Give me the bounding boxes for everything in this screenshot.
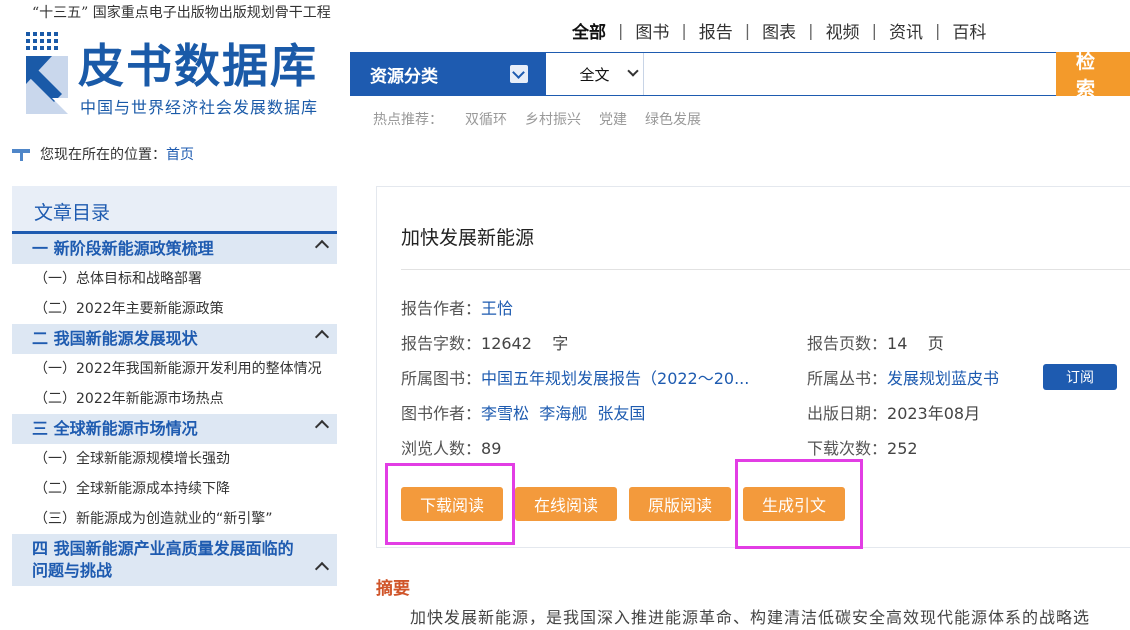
report-card: 加快发展新能源 报告作者：王恰 报告字数：12642 字 报告页数：14 页 所… xyxy=(376,186,1130,549)
nav-item-videos[interactable]: 视频 xyxy=(814,18,872,43)
series-field: 所属丛书：发展规划蓝皮书 xyxy=(807,365,999,389)
resource-category-dropdown[interactable]: 资源分类 xyxy=(350,52,546,96)
top-nav: 全部 | 图书 | 报告 | 图表 | 视频 | 资讯 | 百科 xyxy=(560,18,998,43)
field-label: 所属图书： xyxy=(401,369,482,388)
toc-item[interactable]: （二）2022年新能源市场热点 xyxy=(12,384,337,414)
toc-section[interactable]: 二 我国新能源发展现状 xyxy=(12,324,337,354)
book-author-link[interactable]: 李雪松 xyxy=(481,404,529,423)
toc-item[interactable]: （三）新能源成为创造就业的“新引擎” xyxy=(12,504,337,534)
search-scope-select[interactable]: 全文 xyxy=(546,53,644,95)
toc-item[interactable]: （二）全球新能源成本持续下降 xyxy=(12,474,337,504)
hot-keyword[interactable]: 党建 xyxy=(599,109,627,129)
subscribe-button[interactable]: 订阅 xyxy=(1043,364,1117,390)
hot-keyword[interactable]: 绿色发展 xyxy=(645,109,701,129)
chevron-up-icon[interactable] xyxy=(314,419,330,435)
views-value: 89 xyxy=(481,439,502,458)
pub-date-field: 出版日期：2023年08月 xyxy=(807,400,980,424)
breadcrumb-home-link[interactable]: 首页 xyxy=(166,144,194,164)
highlight-box xyxy=(385,463,515,545)
toc-item[interactable]: （一）全球新能源规模增长强劲 xyxy=(12,444,337,474)
toc-section-title: 一 新阶段新能源政策梳理 xyxy=(32,239,214,258)
field-label: 报告作者： xyxy=(401,299,482,318)
logo-subtitle: 中国与世界经济社会发展数据库 xyxy=(80,98,319,117)
toc-item[interactable]: （一）总体目标和战略部署 xyxy=(12,264,337,294)
nav-item-encyclopedia[interactable]: 百科 xyxy=(940,18,998,43)
nav-item-news[interactable]: 资讯 xyxy=(877,18,935,43)
views-field: 浏览人数：89 xyxy=(401,435,501,459)
book-author-link[interactable]: 李海舰 xyxy=(539,404,587,423)
search-input[interactable] xyxy=(644,53,1056,95)
hot-recommendations: 热点推荐： 双循环 乡村振兴 党建 绿色发展 xyxy=(373,109,719,129)
hot-label: 热点推荐： xyxy=(373,112,443,128)
report-words-field: 报告字数：12642 字 xyxy=(401,330,568,354)
abstract-title: 摘要 xyxy=(376,579,410,599)
slogan: “十三五” 国家重点电子出版物出版规划骨干工程 xyxy=(32,5,331,21)
toc-title: 文章目录 xyxy=(12,186,337,234)
search-bar: 资源分类 全文 检 索 xyxy=(350,51,1130,100)
chevron-up-icon[interactable] xyxy=(314,561,330,577)
pub-date-value: 2023年08月 xyxy=(887,404,981,423)
toc-section[interactable]: 四 我国新能源产业高质量发展面临的问题与挑战 xyxy=(12,534,337,586)
field-label: 报告页数： xyxy=(807,334,888,353)
field-label: 浏览人数： xyxy=(401,439,482,458)
book-field: 所属图书：中国五年规划发展报告（2022～20... xyxy=(401,365,749,389)
report-pages-value: 14 xyxy=(887,334,908,353)
breadcrumb-label: 您现在所在的位置： xyxy=(40,147,166,163)
toc-item[interactable]: （二）2022年主要新能源政策 xyxy=(12,294,337,324)
report-pages-unit: 页 xyxy=(927,334,944,353)
downloads-value: 252 xyxy=(887,439,918,458)
report-words-value: 12642 xyxy=(481,334,532,353)
report-pages-field: 报告页数：14 页 xyxy=(807,330,944,354)
site-logo[interactable]: 皮书数据库 中国与世界经济社会发展数据库 xyxy=(22,28,342,120)
field-label: 所属丛书： xyxy=(807,369,888,388)
toc-section-title: 四 我国新能源产业高质量发展面临的问题与挑战 xyxy=(32,539,294,580)
breadcrumb: 您现在所在的位置： 首页 xyxy=(12,144,194,164)
field-label: 图书作者： xyxy=(401,404,482,423)
nav-item-all[interactable]: 全部 xyxy=(560,18,618,43)
toc-section[interactable]: 三 全球新能源市场情况 xyxy=(12,414,337,444)
chevron-up-icon[interactable] xyxy=(314,329,330,345)
highlight-box xyxy=(735,459,863,549)
chevron-down-icon xyxy=(627,65,639,77)
report-author-field: 报告作者：王恰 xyxy=(401,295,513,319)
field-label: 下载次数： xyxy=(807,439,888,458)
field-label: 报告字数： xyxy=(401,334,482,353)
toc-item[interactable]: （一）2022年我国新能源开发利用的整体情况 xyxy=(12,354,337,384)
nav-item-charts[interactable]: 图表 xyxy=(750,18,808,43)
toc-section[interactable]: 一 新阶段新能源政策梳理 xyxy=(12,234,337,264)
hot-keyword[interactable]: 乡村振兴 xyxy=(525,109,581,129)
signpost-icon xyxy=(12,146,32,162)
report-title: 加快发展新能源 xyxy=(401,227,535,249)
downloads-field: 下载次数：252 xyxy=(807,435,918,459)
toc-section-title: 三 全球新能源市场情况 xyxy=(32,419,198,438)
original-read-button[interactable]: 原版阅读 xyxy=(629,487,731,521)
nav-item-books[interactable]: 图书 xyxy=(623,18,681,43)
toc-section-title: 二 我国新能源发展现状 xyxy=(32,329,198,348)
search-scope-value: 全文 xyxy=(579,65,610,84)
pishu-logo-icon xyxy=(26,32,68,114)
divider xyxy=(401,269,1130,270)
resource-category-label: 资源分类 xyxy=(370,66,438,87)
field-label: 出版日期： xyxy=(807,404,888,423)
series-link[interactable]: 发展规划蓝皮书 xyxy=(887,369,999,388)
book-authors-field: 图书作者：李雪松 李海舰 张友国 xyxy=(401,400,645,424)
search-button[interactable]: 检 索 xyxy=(1056,51,1130,100)
hot-keyword[interactable]: 双循环 xyxy=(465,109,507,129)
book-author-link[interactable]: 张友国 xyxy=(597,404,645,423)
online-read-button[interactable]: 在线阅读 xyxy=(515,487,617,521)
report-author-link[interactable]: 王恰 xyxy=(481,299,513,318)
chevron-up-icon[interactable] xyxy=(314,239,330,255)
toc-sidebar: 文章目录 一 新阶段新能源政策梳理 （一）总体目标和战略部署 （二）2022年主… xyxy=(12,186,337,630)
nav-item-reports[interactable]: 报告 xyxy=(687,18,745,43)
logo-title: 皮书数据库 xyxy=(78,39,318,93)
book-link[interactable]: 中国五年规划发展报告（2022～20... xyxy=(481,369,749,388)
abstract-text: 加快发展新能源，是我国深入推进能源革命、构建清洁低碳安全高效现代能源体系的战略选 xyxy=(410,608,1091,627)
report-words-unit: 字 xyxy=(552,334,569,353)
chevron-down-icon xyxy=(510,65,528,83)
